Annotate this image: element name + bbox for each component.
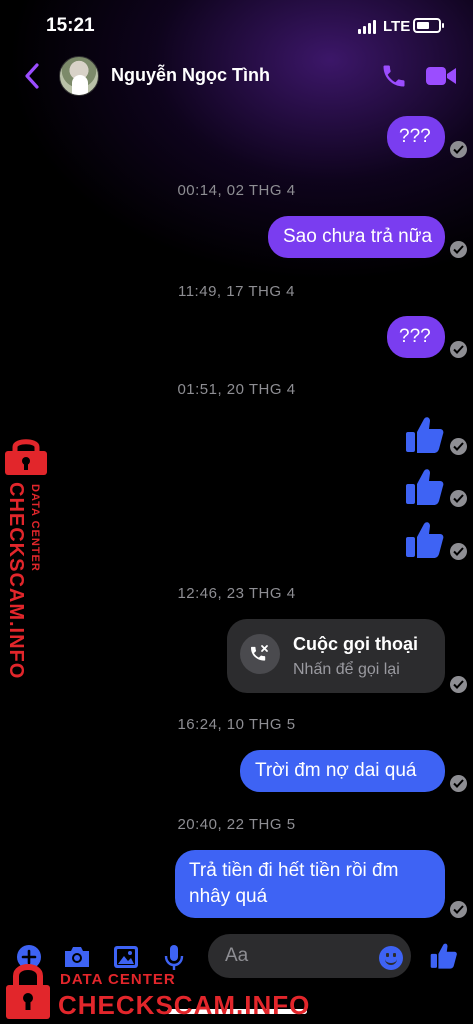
read-check-icon bbox=[450, 490, 467, 507]
status-time: 15:21 bbox=[46, 15, 95, 36]
message-text: ??? bbox=[399, 326, 431, 347]
phone-icon bbox=[383, 65, 405, 87]
contact-name[interactable]: Nguyễn Ngọc Tình bbox=[111, 65, 270, 86]
emoji-icon[interactable] bbox=[379, 946, 403, 970]
watermark-main: CHECKSCAM.INFO bbox=[58, 990, 311, 1020]
lock-icon bbox=[6, 964, 50, 1019]
chat-header: Nguyễn Ngọc Tình bbox=[0, 52, 473, 102]
network-label: LTE bbox=[383, 18, 411, 35]
battery-icon bbox=[413, 18, 444, 33]
message-text: Sao chưa trả nữa bbox=[283, 226, 433, 247]
timestamp: 11:49, 17 THG 4 bbox=[177, 283, 295, 300]
call-card-subtitle: Nhấn để gọi lại bbox=[293, 661, 400, 678]
message-bubble[interactable]: Trời đm nợ dai quá bbox=[240, 750, 445, 792]
send-like-button[interactable] bbox=[430, 942, 458, 975]
camera-icon bbox=[65, 947, 89, 967]
message-text: Trả tiền đi hết tiền rồi đm nhây quá bbox=[189, 860, 399, 907]
read-check-icon bbox=[450, 775, 467, 792]
read-check-icon bbox=[450, 141, 467, 158]
read-check-icon bbox=[450, 676, 467, 693]
status-bar: 15:21 LTE bbox=[0, 0, 473, 50]
watermark-main-vertical: CHECKSCAM.INFO bbox=[5, 482, 27, 680]
thumbs-up-icon[interactable] bbox=[405, 467, 445, 507]
read-check-icon bbox=[450, 438, 467, 455]
avatar[interactable] bbox=[59, 56, 99, 96]
timestamp: 16:24, 10 THG 5 bbox=[177, 716, 296, 733]
timestamp: 12:46, 23 THG 4 bbox=[177, 585, 296, 602]
thumbs-up-icon[interactable] bbox=[405, 520, 445, 560]
timestamp: 01:51, 20 THG 4 bbox=[177, 381, 296, 398]
read-check-icon bbox=[450, 241, 467, 258]
missed-call-card[interactable]: Cuộc gọi thoại Nhấn để gọi lại bbox=[227, 619, 445, 693]
image-icon bbox=[114, 946, 138, 968]
read-check-icon bbox=[450, 543, 467, 560]
watermark-sub: DATA CENTER bbox=[60, 971, 176, 988]
thumbs-up-icon[interactable] bbox=[405, 415, 445, 455]
message-bubble[interactable]: ??? bbox=[387, 316, 445, 358]
message-bubble[interactable]: Sao chưa trả nữa bbox=[268, 216, 445, 258]
message-bubble[interactable]: Trả tiền đi hết tiền rồi đm nhây quá bbox=[175, 850, 445, 918]
message-bubble[interactable]: ??? bbox=[387, 116, 445, 158]
back-button[interactable] bbox=[22, 62, 44, 90]
read-check-icon bbox=[450, 341, 467, 358]
timestamp: 20:40, 22 THG 5 bbox=[177, 816, 296, 833]
lock-icon bbox=[5, 439, 47, 475]
thumbs-up-icon bbox=[430, 943, 457, 969]
microphone-icon bbox=[164, 945, 184, 970]
video-camera-icon bbox=[426, 67, 456, 85]
message-text: Trời đm nợ dai quá bbox=[255, 760, 417, 781]
missed-call-icon bbox=[240, 634, 280, 674]
call-card-title: Cuộc gọi thoại bbox=[293, 634, 418, 654]
video-call-button[interactable] bbox=[425, 64, 457, 88]
signal-icon bbox=[358, 20, 378, 34]
back-chevron-icon bbox=[25, 63, 39, 89]
message-text: ??? bbox=[399, 126, 431, 147]
read-check-icon bbox=[450, 901, 467, 918]
watermark-sub-vertical: DATA CENTER bbox=[29, 484, 41, 572]
timestamp: 00:14, 02 THG 4 bbox=[177, 182, 296, 199]
voice-call-button[interactable] bbox=[380, 62, 408, 90]
